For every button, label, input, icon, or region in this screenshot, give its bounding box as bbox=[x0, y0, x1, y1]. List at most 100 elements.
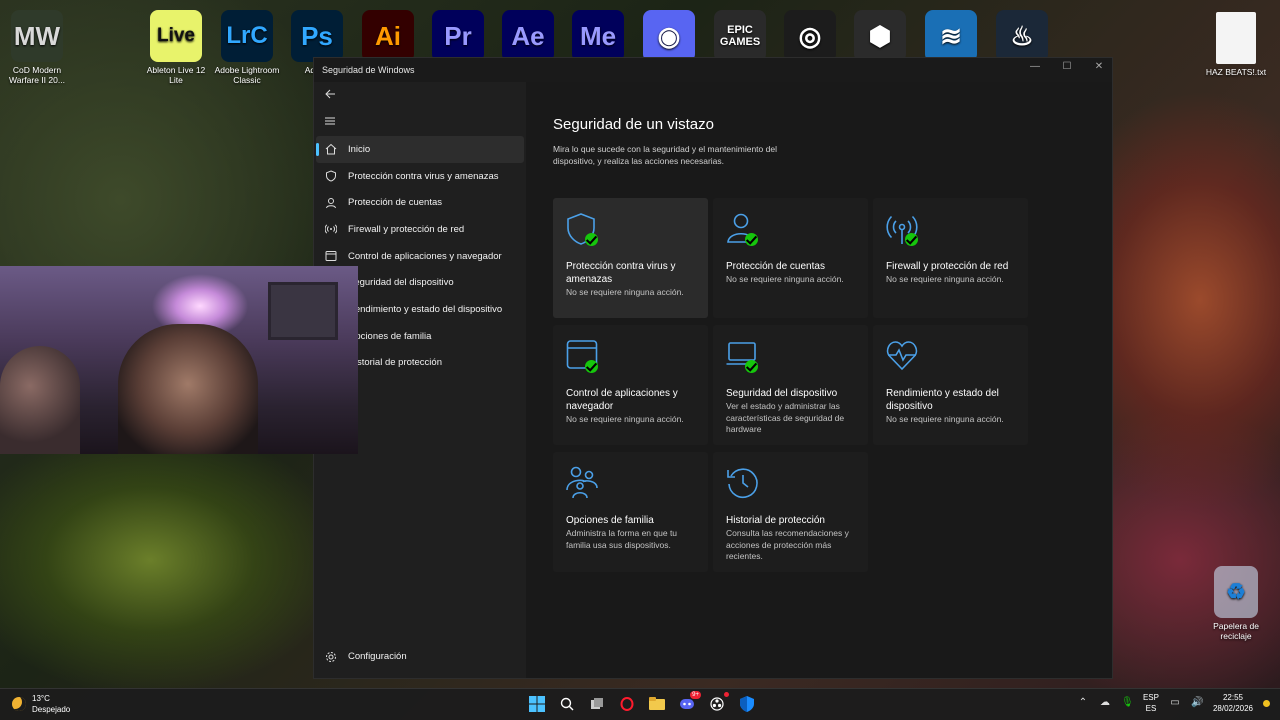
close-button[interactable]: ✕ bbox=[1092, 61, 1106, 72]
tile-title: Protección contra virus y amenazas bbox=[566, 261, 676, 285]
desktop-icon[interactable]: ≋ bbox=[914, 4, 988, 65]
desktop-icon[interactable]: ◉ bbox=[632, 4, 706, 65]
tile-title: Firewall y protección de red bbox=[886, 261, 1009, 272]
time-text: 22:55 bbox=[1222, 693, 1243, 702]
webcam-wall-frame bbox=[268, 282, 338, 340]
shield-icon bbox=[566, 212, 600, 246]
task-view-icon bbox=[591, 698, 603, 709]
app-tile-icon: Ps bbox=[291, 10, 343, 62]
opera-button[interactable] bbox=[618, 695, 636, 713]
page-title: Seguridad de un vistazo bbox=[553, 116, 714, 133]
page-description: Mira lo que sucede con la seguridad y el… bbox=[553, 144, 777, 166]
discord-icon bbox=[680, 699, 694, 709]
volume-icon[interactable]: 🔊 bbox=[1191, 697, 1203, 709]
notification-icon[interactable] bbox=[1263, 699, 1270, 707]
desktop-icon-label: CoD Modern Warfare II 20... bbox=[9, 65, 65, 85]
app-tile-icon: Ai bbox=[362, 10, 414, 62]
file-explorer-button[interactable] bbox=[648, 695, 666, 713]
app-tile-icon: ⬢ bbox=[854, 10, 906, 62]
maximize-button[interactable]: ☐ bbox=[1060, 61, 1074, 72]
tile-status: No se requiere ninguna acción. bbox=[886, 274, 1004, 284]
security-tile[interactable]: Protección de cuentas No se requiere ning… bbox=[713, 198, 868, 318]
app-tile-icon: ≋ bbox=[925, 10, 977, 62]
cloud-sync-icon[interactable]: ☁ bbox=[1099, 697, 1111, 709]
main-content: Seguridad de un vistazo Mira lo que suce… bbox=[526, 82, 1112, 678]
taskbar: 13°C Despejado 9+ ⌃ ☁ 🎙 ESP ES ▭ 🔊 22:55… bbox=[0, 688, 1280, 720]
search-button[interactable] bbox=[558, 695, 576, 713]
nav-item[interactable]: Protección de cuentas bbox=[316, 189, 524, 216]
app-tile-icon: Me bbox=[572, 10, 624, 62]
nav-item-label: Rendimiento y estado del dispositivo bbox=[348, 303, 503, 315]
check-icon bbox=[745, 233, 758, 246]
desktop-recycle-bin[interactable]: ♻ Papelera de reciclaje bbox=[1199, 560, 1273, 641]
start-button[interactable] bbox=[528, 695, 546, 713]
nav-item[interactable]: Protección contra virus y amenazas bbox=[316, 163, 524, 190]
desktop-icon[interactable]: ♨ bbox=[985, 4, 1059, 65]
taskbar-apps: 9+ bbox=[528, 691, 756, 713]
laptop-icon bbox=[726, 339, 760, 373]
desktop-icon[interactable]: ◎ bbox=[773, 4, 847, 65]
app-tile-icon: ◉ bbox=[643, 10, 695, 62]
security-tile[interactable]: Seguridad del dispositivo Ver el estado y… bbox=[713, 325, 868, 445]
app-tile-icon: EPIC GAMES bbox=[714, 10, 766, 62]
title-bar[interactable]: Seguridad de Windows — ☐ ✕ bbox=[314, 58, 1112, 82]
app-tile-icon: MW bbox=[11, 10, 63, 62]
nav-item-label: Protección de cuentas bbox=[348, 197, 443, 209]
nav-item[interactable]: Firewall y protección de red bbox=[316, 216, 524, 243]
app-tile-icon: Live bbox=[150, 10, 202, 62]
desktop-icon[interactable]: Ai bbox=[351, 4, 425, 65]
desktop-file-haz-beats[interactable]: HAZ BEATS!.txt bbox=[1199, 6, 1273, 77]
security-tile[interactable]: Rendimiento y estado del dispositivo No s… bbox=[873, 325, 1028, 445]
tile-title: Historial de protección bbox=[726, 515, 825, 526]
obs-icon bbox=[710, 697, 724, 711]
desktop-icon[interactable]: ⬢ bbox=[843, 4, 917, 65]
windows-logo-icon bbox=[529, 696, 545, 712]
obs-button[interactable] bbox=[708, 692, 729, 713]
security-tile[interactable]: Control de aplicaciones y navegador No se… bbox=[553, 325, 708, 445]
desktop-icon[interactable]: Live Ableton Live 12 Lite bbox=[139, 4, 213, 85]
back-arrow-icon[interactable] bbox=[324, 88, 338, 102]
tile-status: No se requiere ninguna acción. bbox=[566, 287, 684, 297]
chevron-up-icon[interactable]: ⌃ bbox=[1077, 697, 1089, 709]
person-icon bbox=[324, 196, 338, 210]
microphone-icon[interactable]: 🎙 bbox=[1121, 697, 1134, 709]
discord-button[interactable]: 9+ bbox=[678, 691, 701, 713]
nav-item-settings[interactable]: Configuración bbox=[316, 643, 524, 670]
nav-settings-label: Configuración bbox=[348, 651, 407, 663]
desktop-icon[interactable]: LrC Adobe Lightroom Classic bbox=[210, 4, 284, 85]
wifi-icon bbox=[886, 212, 920, 246]
language-indicator[interactable]: ESP ES bbox=[1143, 692, 1159, 714]
task-view-button[interactable] bbox=[588, 695, 606, 713]
desktop-icon[interactable]: Ae bbox=[491, 4, 565, 65]
desktop-icon[interactable]: MW CoD Modern Warfare II 20... bbox=[0, 4, 74, 85]
desktop-icon[interactable]: Me bbox=[561, 4, 635, 65]
clock[interactable]: 22:55 28/02/2026 bbox=[1213, 692, 1253, 714]
security-tile[interactable]: Firewall y protección de red No se requie… bbox=[873, 198, 1028, 318]
tile-title: Opciones de familia bbox=[566, 515, 654, 526]
security-tile[interactable]: Historial de protección Consulta las reco… bbox=[713, 452, 868, 572]
minimize-button[interactable]: — bbox=[1028, 61, 1042, 72]
weather-widget[interactable]: 13°C Despejado bbox=[12, 693, 70, 715]
desktop-icon-label: Adobe Lightroom Classic bbox=[214, 65, 280, 85]
nav-item-label: Protección contra virus y amenazas bbox=[348, 170, 499, 182]
hamburger-menu-icon[interactable] bbox=[324, 115, 338, 129]
nav-item-label: Seguridad del dispositivo bbox=[348, 277, 454, 289]
search-icon bbox=[560, 697, 574, 711]
tile-status: Administra la forma en que tu familia us… bbox=[566, 528, 678, 550]
security-tile[interactable]: Protección contra virus y amenazas No se … bbox=[553, 198, 708, 318]
app-tile-icon: LrC bbox=[221, 10, 273, 62]
network-icon[interactable]: ▭ bbox=[1169, 697, 1181, 709]
desktop-icon[interactable]: Pr bbox=[421, 4, 495, 65]
windows-security-taskbar-button[interactable] bbox=[738, 695, 756, 713]
person-icon bbox=[726, 212, 760, 246]
check-icon bbox=[745, 360, 758, 373]
opera-icon bbox=[620, 697, 634, 711]
nav-item[interactable]: Inicio bbox=[316, 136, 524, 163]
security-tile[interactable]: Opciones de familia Administra la forma e… bbox=[553, 452, 708, 572]
tile-title: Rendimiento y estado del dispositivo bbox=[886, 388, 999, 412]
app-tile-icon: Ae bbox=[502, 10, 554, 62]
tile-title: Seguridad del dispositivo bbox=[726, 388, 838, 399]
recycle-bin-label: Papelera de reciclaje bbox=[1213, 621, 1259, 641]
browser-icon bbox=[324, 249, 338, 263]
desktop-icon[interactable]: EPIC GAMES bbox=[703, 4, 777, 65]
